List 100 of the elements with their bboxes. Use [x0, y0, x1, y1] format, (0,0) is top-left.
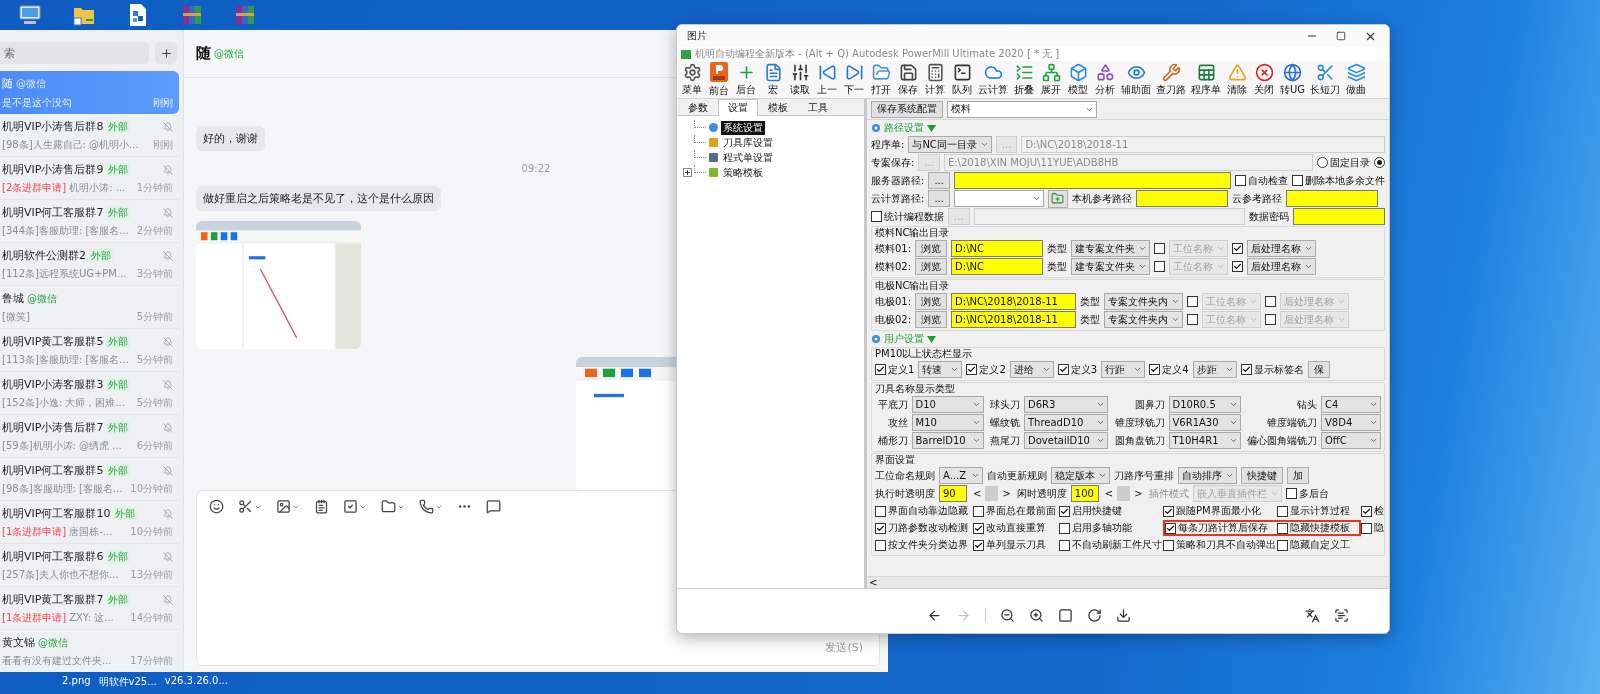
tab[interactable]: 工具 — [798, 99, 838, 115]
expand-plus-icon[interactable] — [683, 168, 692, 177]
toolbar-button[interactable]: 转UG — [1278, 61, 1308, 98]
dropdown[interactable]: 后处理名称 — [1247, 240, 1317, 257]
text-field[interactable]: 100 — [1070, 485, 1099, 502]
checkbox[interactable] — [1292, 175, 1303, 186]
conversation-item[interactable]: 机明VIP小涛售后群7 外部 [59条]机明小涛: @绣虎 ... 6分钟前 — [0, 415, 179, 458]
dropdown[interactable]: BarrelD10 — [911, 432, 984, 449]
toolbar-button[interactable]: 折叠 — [1011, 61, 1037, 98]
dropdown[interactable]: V6R1A30 — [1168, 414, 1241, 431]
rotate-icon[interactable] — [1087, 607, 1102, 623]
dropdown[interactable]: 与NC同一目录 — [908, 136, 992, 153]
toolbar-button[interactable]: 云计算 — [976, 61, 1010, 98]
zoom-out-icon[interactable] — [1000, 607, 1015, 623]
checkbox[interactable] — [1232, 261, 1244, 272]
triangle-down-icon[interactable] — [927, 335, 936, 343]
step-left-button[interactable]: < — [971, 488, 984, 499]
search-field[interactable]: 索 — [0, 42, 149, 64]
dropdown[interactable]: 专案文件夹内 — [1104, 311, 1184, 328]
checkbox[interactable] — [1165, 522, 1176, 534]
dropdown[interactable]: DovetailD10 — [1024, 432, 1108, 449]
dropdown[interactable]: 步距 — [1192, 361, 1237, 378]
smiley-icon[interactable] — [209, 499, 224, 514]
button[interactable]: 保 — [1307, 361, 1330, 378]
button[interactable]: 浏览 — [915, 240, 948, 257]
dropdown[interactable]: 进给 — [1009, 361, 1054, 378]
dropdown[interactable]: 稳定版本 — [1051, 467, 1110, 484]
note-icon[interactable] — [314, 499, 329, 514]
toolbar-button[interactable]: 读取 — [787, 61, 813, 98]
toolbar-button[interactable]: 前台 — [706, 61, 732, 98]
maximize-icon[interactable] — [1336, 31, 1346, 41]
dropdown[interactable]: 后处理名称 — [1247, 258, 1317, 275]
checkbox[interactable] — [973, 539, 984, 551]
dropdown[interactable]: M10 — [911, 414, 984, 431]
checkbox[interactable] — [1277, 522, 1288, 534]
toolbar-button[interactable]: 菜单 — [679, 61, 705, 98]
button[interactable]: 加 — [1287, 467, 1309, 484]
slider-thumb[interactable] — [1117, 486, 1131, 501]
dropdown[interactable]: D10 — [911, 396, 984, 413]
text-field[interactable] — [1293, 208, 1385, 225]
dropdown[interactable]: ThreadD10 — [1024, 414, 1108, 431]
checkbox[interactable] — [1163, 505, 1174, 517]
checkbox[interactable] — [1154, 261, 1166, 272]
toolbar-button[interactable]: 队列 — [949, 61, 975, 98]
checkbox[interactable] — [966, 364, 978, 375]
conversation-item[interactable]: 机明VIP何工客服群6 外部 [257条]夫人你也不想你... 13分钟前 — [0, 544, 179, 587]
tree-item[interactable]: 系统设置 — [721, 120, 765, 135]
dropdown[interactable]: 转速 — [918, 361, 963, 378]
checkbox[interactable] — [1187, 314, 1199, 325]
dropdown[interactable]: OffC — [1321, 432, 1381, 449]
toolbar-button[interactable]: 关闭 — [1251, 61, 1277, 98]
save-config-button[interactable]: 保存系统配置 — [871, 100, 943, 118]
conversation-item[interactable]: 机明VIP何工客服群5 外部 [98条]客服助理: [客服名... 10分钟前 — [0, 458, 179, 501]
add-folder-button[interactable] — [1047, 189, 1068, 208]
add-button[interactable] — [155, 42, 177, 64]
checkbox[interactable] — [1265, 314, 1277, 325]
conversation-item[interactable]: 黄文锦 @微信 看看有没有建过文件夹... 17分钟前 — [0, 630, 179, 672]
conversation-item[interactable]: 机明VIP小涛售后群9 外部 [2条进群申请] 机明小涛: ... 1分钟前 — [0, 157, 179, 200]
checkbox[interactable] — [1232, 243, 1244, 254]
checkbox[interactable] — [1059, 539, 1070, 551]
checkbox[interactable] — [1235, 175, 1246, 186]
button[interactable]: 浏览 — [915, 258, 948, 275]
scroll-left-button[interactable]: < — [867, 577, 880, 588]
conversation-item[interactable]: 机明VIP何工客服群7 外部 [344条]客服助理: [客服名... 2分钟前 — [0, 200, 179, 243]
text-field[interactable]: D:\NC\2018\2018-11 — [951, 293, 1077, 310]
conversation-item[interactable]: 机明VIP黄工客服群5 外部 [113条]客服助理: [客服名... 5分钟前 — [0, 329, 179, 372]
conversation-item[interactable]: 机明软件公测群2 外部 [112条]远程系统UG+PM... 3分钟前 — [0, 243, 179, 286]
button[interactable]: ... — [928, 190, 950, 207]
checkbox[interactable] — [875, 505, 886, 517]
toolbar-button[interactable]: 辅助面 — [1119, 61, 1153, 98]
dropdown[interactable]: 自动排序 — [1178, 467, 1237, 484]
conversation-item[interactable]: 机明VIP小涛售后群8 外部 [98条]人生露自己: @机明小... 刚刚 — [0, 114, 179, 157]
checkbox[interactable] — [1277, 539, 1288, 551]
text-field[interactable] — [953, 172, 1231, 189]
button[interactable]: 快捷键 — [1241, 467, 1283, 484]
dropdown[interactable]: V8D4 — [1321, 414, 1381, 431]
dropdown[interactable]: C4 — [1321, 396, 1381, 413]
tree-item[interactable]: 程式单设置 — [721, 150, 775, 165]
tab[interactable]: 参数 — [678, 99, 718, 115]
triangle-down-icon[interactable] — [927, 124, 936, 132]
checkbox[interactable] — [1277, 505, 1288, 517]
checkbox[interactable] — [1187, 296, 1199, 307]
dropdown[interactable]: D6R3 — [1024, 396, 1108, 413]
checkbox[interactable] — [1361, 505, 1372, 517]
checkbox[interactable] — [1154, 243, 1166, 254]
dropdown[interactable]: T10H4R1 — [1168, 432, 1241, 449]
conversation-item[interactable]: 机明VIP黄工客服群7 外部 [1条进群申请] ZXY: 这... 14分钟前 — [0, 587, 179, 630]
radio-button[interactable] — [1317, 157, 1328, 168]
download-icon[interactable] — [1116, 607, 1131, 623]
text-field[interactable] — [1285, 190, 1378, 207]
button[interactable]: 浏览 — [915, 293, 948, 310]
checkbox[interactable] — [1163, 539, 1174, 551]
checkbox[interactable] — [875, 364, 886, 375]
toolbar-button[interactable]: 计算 — [922, 61, 948, 98]
toolbar-button[interactable]: 查刀路 — [1154, 61, 1188, 98]
dropdown[interactable]: 专案文件夹内 — [1104, 293, 1184, 310]
dropdown[interactable]: A...Z — [939, 467, 983, 484]
dropdown[interactable]: D10R0.5 — [1168, 396, 1241, 413]
toolbar-button[interactable]: 长短刀 — [1308, 61, 1343, 98]
scan-text-icon[interactable] — [1334, 607, 1349, 623]
